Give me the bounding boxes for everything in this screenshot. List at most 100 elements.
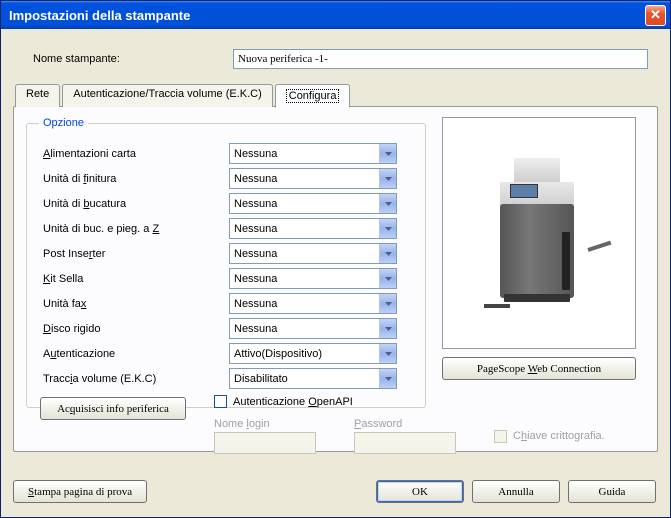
button-label: Acquisisci info periferica	[57, 403, 169, 415]
crypt-label: Chiave crittografia.	[513, 430, 605, 442]
openapi-checkbox-row: Autenticazione OpenAPI	[214, 395, 632, 408]
dropdown-value: Attivo(Dispositivo)	[230, 348, 379, 360]
device-preview	[442, 117, 636, 349]
button-label: Stampa pagina di prova	[28, 486, 132, 498]
option-dropdown[interactable]: Disabilitato	[229, 368, 397, 389]
tab-configura[interactable]: Configura	[275, 84, 351, 108]
option-row: Unità di finituraNessuna	[39, 168, 413, 189]
option-label: Unità di bucatura	[39, 198, 229, 210]
cancel-button[interactable]: Annulla	[472, 480, 560, 503]
printer-name-label: Nome stampante:	[33, 53, 233, 65]
footer: Stampa pagina di prova OK Annulla Guida	[13, 480, 656, 503]
option-row: Kit SellaNessuna	[39, 268, 413, 289]
button-label: OK	[412, 486, 428, 498]
chevron-down-icon	[379, 369, 396, 388]
printer-name-row: Nome stampante:	[33, 49, 648, 69]
button-label: Annulla	[498, 486, 533, 498]
dropdown-value: Nessuna	[230, 148, 379, 160]
pagescope-button[interactable]: PageScope Web Connection	[442, 357, 636, 380]
print-test-page-button[interactable]: Stampa pagina di prova	[13, 480, 147, 503]
dropdown-value: Nessuna	[230, 248, 379, 260]
openapi-checkbox-label: Autenticazione OpenAPI	[233, 396, 353, 408]
tab-auth-tracking[interactable]: Autenticazione/Traccia volume (E.K.C)	[62, 84, 273, 107]
tab-strip: Rete Autenticazione/Traccia volume (E.K.…	[13, 83, 658, 106]
option-label: Kit Sella	[39, 273, 229, 285]
window-title: Impostazioni della stampante	[9, 8, 645, 23]
printer-name-input[interactable]	[233, 49, 648, 69]
dropdown-value: Nessuna	[230, 298, 379, 310]
crypt-checkbox	[494, 430, 507, 443]
option-label: Traccia volume (E.K.C)	[39, 373, 229, 385]
button-label: PageScope Web Connection	[477, 363, 601, 375]
option-dropdown[interactable]: Attivo(Dispositivo)	[229, 343, 397, 364]
option-dropdown[interactable]: Nessuna	[229, 268, 397, 289]
openapi-auth-zone: Autenticazione OpenAPI Nome login	[214, 395, 632, 454]
option-dropdown[interactable]: Nessuna	[229, 193, 397, 214]
button-label: Guida	[599, 486, 626, 498]
option-row: Unità faxNessuna	[39, 293, 413, 314]
chevron-down-icon	[379, 344, 396, 363]
dropdown-value: Nessuna	[230, 273, 379, 285]
option-dropdown[interactable]: Nessuna	[229, 218, 397, 239]
option-dropdown[interactable]: Nessuna	[229, 143, 397, 164]
login-field: Nome login	[214, 418, 316, 454]
option-label: Post Inserter	[39, 248, 229, 260]
close-icon: ✕	[650, 7, 661, 23]
option-row: Unità di bucaturaNessuna	[39, 193, 413, 214]
ok-button[interactable]: OK	[376, 480, 464, 503]
tab-label: Configura	[286, 89, 340, 103]
tab-rete[interactable]: Rete	[15, 84, 60, 107]
printer-illustration	[484, 158, 594, 308]
chevron-down-icon	[379, 294, 396, 313]
option-dropdown[interactable]: Nessuna	[229, 168, 397, 189]
option-row: AutenticazioneAttivo(Dispositivo)	[39, 343, 413, 364]
close-button[interactable]: ✕	[645, 5, 666, 26]
dropdown-value: Nessuna	[230, 173, 379, 185]
tabs: Rete Autenticazione/Traccia volume (E.K.…	[13, 83, 658, 452]
help-button[interactable]: Guida	[568, 480, 656, 503]
login-label: Nome login	[214, 418, 316, 430]
openapi-fields: Nome login Password	[214, 418, 632, 454]
option-row: Disco rigidoNessuna	[39, 318, 413, 339]
option-label: Unità fax	[39, 298, 229, 310]
option-group: Opzione Alimentazioni cartaNessunaUnità …	[26, 117, 426, 408]
option-row: Unità di buc. e pieg. a ZNessuna	[39, 218, 413, 239]
option-group-legend: Opzione	[39, 117, 88, 129]
password-label: Password	[354, 418, 456, 430]
option-label: Unità di finitura	[39, 173, 229, 185]
chevron-down-icon	[379, 219, 396, 238]
option-label: Disco rigido	[39, 323, 229, 335]
openapi-checkbox[interactable]	[214, 395, 227, 408]
option-label: Unità di buc. e pieg. a Z	[39, 223, 229, 235]
password-field: Password	[354, 418, 456, 454]
crypt-field: Chiave crittografia.	[494, 418, 605, 454]
option-row: Alimentazioni cartaNessuna	[39, 143, 413, 164]
dropdown-value: Disabilitato	[230, 373, 379, 385]
acquire-info-wrap: Acquisisci info periferica	[40, 397, 186, 420]
acquire-device-info-button[interactable]: Acquisisci info periferica	[40, 397, 186, 420]
option-dropdown[interactable]: Nessuna	[229, 243, 397, 264]
option-dropdown[interactable]: Nessuna	[229, 293, 397, 314]
content-area: Nome stampante: Rete Autenticazione/Trac…	[1, 29, 670, 517]
tab-panel-configura: Opzione Alimentazioni cartaNessunaUnità …	[13, 106, 658, 452]
right-column: PageScope Web Connection	[442, 117, 636, 380]
titlebar: Impostazioni della stampante ✕	[1, 1, 670, 29]
chevron-down-icon	[379, 194, 396, 213]
login-input	[214, 432, 316, 454]
chevron-down-icon	[379, 144, 396, 163]
chevron-down-icon	[379, 244, 396, 263]
tab-label: Rete	[26, 88, 49, 100]
dropdown-value: Nessuna	[230, 198, 379, 210]
option-dropdown[interactable]: Nessuna	[229, 318, 397, 339]
chevron-down-icon	[379, 169, 396, 188]
option-row: Post InserterNessuna	[39, 243, 413, 264]
printer-settings-window: Impostazioni della stampante ✕ Nome stam…	[0, 0, 671, 518]
option-label: Alimentazioni carta	[39, 148, 229, 160]
password-input	[354, 432, 456, 454]
dropdown-value: Nessuna	[230, 223, 379, 235]
option-label: Autenticazione	[39, 348, 229, 360]
chevron-down-icon	[379, 319, 396, 338]
dropdown-value: Nessuna	[230, 323, 379, 335]
chevron-down-icon	[379, 269, 396, 288]
option-row: Traccia volume (E.K.C)Disabilitato	[39, 368, 413, 389]
